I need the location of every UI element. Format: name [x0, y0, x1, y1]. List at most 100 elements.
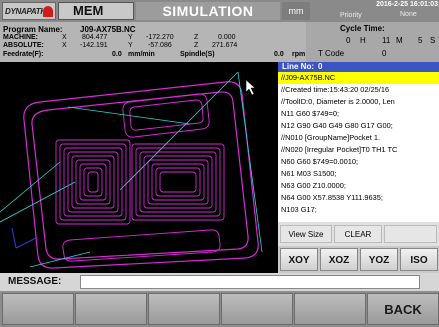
machine-x: 804.477	[82, 34, 108, 41]
view-controls: View Size CLEAR	[278, 222, 439, 246]
spindle-label: Spindle(S)	[180, 51, 215, 58]
part-outline-outer	[23, 81, 259, 269]
simulation-viewport[interactable]	[0, 62, 278, 273]
priority-value: None	[400, 11, 417, 18]
mode-indicator: MEM	[58, 2, 134, 20]
program-info-panel: Program Name: J09-AX75B.NC MACHINE: X 80…	[0, 22, 306, 62]
pocket-right-pass	[139, 151, 217, 213]
back-button[interactable]: BACK	[367, 293, 439, 325]
cycle-s-label: S	[430, 36, 436, 45]
code-line[interactable]: //N020 [Irregular Pocket]T0 TH1 TC	[278, 144, 439, 156]
machine-y: -172.270	[146, 34, 174, 41]
axis-view-buttons: XOY XOZ YOZ ISO	[278, 246, 439, 273]
code-line[interactable]: N63 G00 Z10.0000;	[278, 180, 439, 192]
rapid-move-5	[0, 161, 61, 213]
yoz-button[interactable]: YOZ	[360, 248, 398, 271]
logo-mark-icon	[43, 6, 53, 17]
pocket-left-pass	[67, 151, 119, 213]
logo-text: DYNAPATH	[5, 7, 46, 16]
pocket-right-group	[131, 143, 225, 221]
feedrate-unit: mm/min	[128, 51, 155, 58]
dynapath-logo: DYNAPATH	[2, 2, 56, 20]
cycle-time-panel: Cycle Time: 0 H 11 M 5 S T Code 0	[306, 22, 439, 62]
date: 2016-2-25	[376, 1, 409, 8]
cycle-h-label: H	[360, 36, 366, 45]
pocket-right-pass	[131, 143, 225, 221]
absolute-z: 271.674	[212, 42, 238, 49]
line-no-value: 0	[318, 62, 323, 71]
code-line[interactable]: N60 G60 $749=0.0010;	[278, 156, 439, 168]
cycle-m-label: M	[396, 36, 403, 45]
time: 16:01:03	[409, 1, 438, 8]
code-line[interactable]: //Created time:15:43:20 02/25/16	[278, 84, 439, 96]
part-slot-upper-inner	[129, 99, 204, 131]
unit-indicator: mm	[282, 2, 310, 20]
program-name: J09-AX75B.NC	[80, 25, 136, 34]
machine-y-label: Y	[128, 34, 133, 41]
part-slot-lower	[62, 229, 221, 262]
machine-z: 0.000	[218, 34, 236, 41]
cnc-screen: DYNAPATH MEM SIMULATION mm 2016-2-25 16:…	[0, 0, 439, 327]
code-line[interactable]: N11 G60 $749=0;	[278, 108, 439, 120]
tcode-label: T Code	[318, 49, 345, 58]
cycle-hours: 0	[346, 36, 351, 45]
code-line[interactable]: //N010 [GroupName]Pocket 1.	[278, 132, 439, 144]
spindle-value: 0.0	[274, 51, 284, 58]
axis-x-line	[15, 237, 37, 249]
absolute-z-label: Z	[194, 42, 199, 49]
softkey-5[interactable]	[294, 293, 366, 325]
machine-x-label: X	[62, 34, 67, 41]
view-size-button[interactable]: View Size	[280, 225, 332, 243]
xoy-button[interactable]: XOY	[280, 248, 318, 271]
top-bar: DYNAPATH MEM SIMULATION mm 2016-2-25 16:…	[0, 0, 439, 22]
absolute-y: -57.086	[148, 42, 172, 49]
absolute-y-label: Y	[128, 42, 133, 49]
message-label: MESSAGE:	[8, 276, 62, 287]
view-blank-button[interactable]	[384, 225, 437, 243]
line-number-bar: Line No: 0	[278, 62, 439, 72]
rapid-move-2	[237, 71, 263, 253]
tcode-value: 0	[382, 49, 387, 58]
code-line[interactable]: N103 G17;	[278, 204, 439, 216]
cycle-time-label: Cycle Time:	[340, 24, 385, 33]
line-no-label: Line No:	[282, 62, 314, 71]
axis-triad	[11, 227, 37, 249]
axis-y-line	[11, 227, 17, 249]
cycle-minutes: 11	[382, 36, 391, 45]
feedrate-value: 0.0	[112, 51, 122, 58]
toolpath-drawing	[0, 71, 263, 269]
pocket-right-pass	[135, 147, 221, 217]
absolute-x-label: X	[62, 42, 67, 49]
pocket-right-pass	[159, 171, 197, 193]
pocket-left-pass	[55, 139, 131, 225]
message-field	[80, 275, 420, 289]
pocket-right-pass	[147, 159, 209, 205]
code-line[interactable]: N64 G00 X57.8538 Y111.9635;	[278, 192, 439, 204]
pocket-left-pass	[59, 143, 127, 221]
machine-label: MACHINE:	[3, 34, 38, 41]
machine-z-label: Z	[194, 34, 199, 41]
softkey-1[interactable]	[2, 293, 74, 325]
rapid-move-3	[67, 106, 191, 125]
code-line[interactable]: N12 G90 G40 G49 G80 G17 G00;	[278, 120, 439, 132]
spindle-unit: rpm	[292, 51, 306, 58]
code-line[interactable]: //ToolID:0, Diameter is 2.0000, Len	[278, 96, 439, 108]
code-line-current[interactable]: //J09-AX75B.NC	[278, 72, 439, 84]
program-name-label: Program Name:	[3, 25, 63, 34]
priority-label: Priority	[340, 12, 362, 19]
softkey-3[interactable]	[148, 293, 220, 325]
clear-button[interactable]: CLEAR	[334, 225, 382, 243]
absolute-label: ABSOLUTE:	[3, 42, 44, 49]
iso-button[interactable]: ISO	[400, 248, 438, 271]
xoz-button[interactable]: XOZ	[320, 248, 358, 271]
softkey-2[interactable]	[75, 293, 147, 325]
softkey-4[interactable]	[221, 293, 293, 325]
absolute-x: -142.191	[80, 42, 108, 49]
code-line[interactable]: N61 M03 S1500;	[278, 168, 439, 180]
pocket-left-pass	[63, 147, 123, 217]
feedrate-label: Feedrate(F):	[3, 51, 44, 58]
pocket-left-group	[55, 139, 131, 225]
cycle-seconds: 5	[418, 36, 423, 45]
gcode-listing[interactable]: //J09-AX75B.NC//Created time:15:43:20 02…	[278, 72, 439, 222]
mouse-cursor-icon	[245, 79, 256, 96]
